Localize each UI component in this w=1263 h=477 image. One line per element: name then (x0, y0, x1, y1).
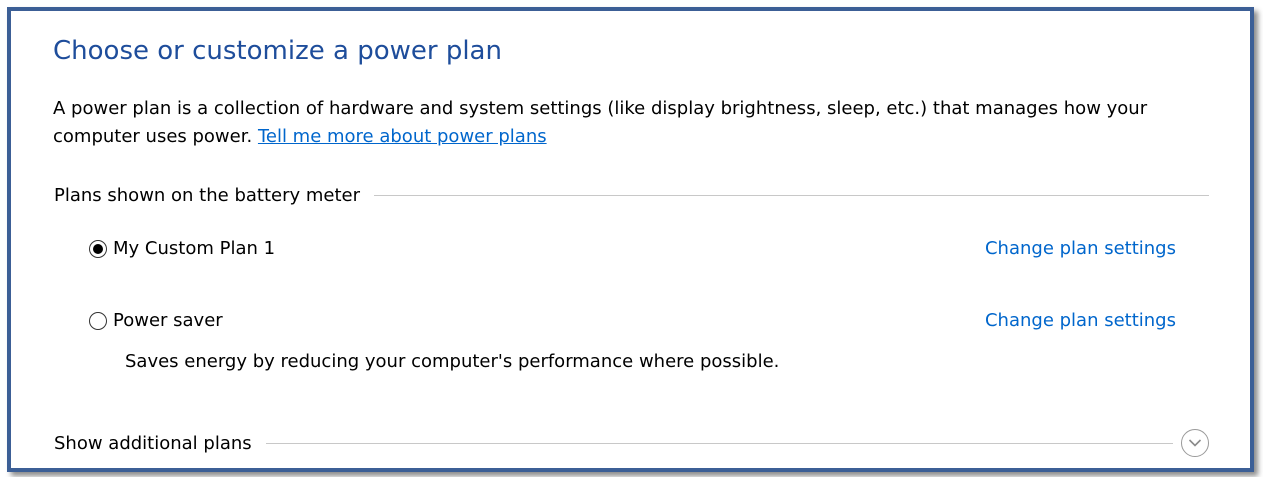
change-plan-settings-link[interactable]: Change plan settings (985, 310, 1176, 331)
additional-plans-header[interactable]: Show additional plans (54, 429, 1209, 457)
radio-button-selected[interactable] (89, 239, 107, 258)
page-description: A power plan is a collection of hardware… (53, 95, 1223, 151)
change-plan-settings-link[interactable]: Change plan settings (985, 238, 1176, 259)
chevron-down-circle-icon[interactable] (1181, 429, 1209, 457)
radio-dot (93, 243, 103, 254)
plan-radio-power-saver[interactable]: Power saver (89, 310, 223, 331)
divider (265, 442, 1173, 444)
description-text: A power plan is a collection of hardware… (53, 98, 1148, 147)
plan-row-my-custom-plan-1: My Custom Plan 1 Change plan settings (89, 238, 1176, 259)
plans-group-label: Plans shown on the battery meter (54, 185, 361, 206)
divider (374, 195, 1209, 196)
plan-name: Power saver (113, 310, 223, 331)
plan-description-power-saver: Saves energy by reducing your computer's… (125, 351, 780, 372)
plans-group-header: Plans shown on the battery meter (54, 185, 1209, 206)
page-title: Choose or customize a power plan (53, 36, 502, 66)
plan-name: My Custom Plan 1 (113, 238, 276, 259)
radio-button-unselected[interactable] (89, 311, 107, 330)
power-plan-panel: Choose or customize a power plan A power… (7, 7, 1254, 472)
plan-radio-my-custom-plan-1[interactable]: My Custom Plan 1 (89, 238, 275, 259)
plan-row-power-saver: Power saver Change plan settings (89, 310, 1176, 331)
additional-plans-label: Show additional plans (54, 432, 252, 454)
learn-more-link[interactable]: Tell me more about power plans (258, 126, 547, 147)
